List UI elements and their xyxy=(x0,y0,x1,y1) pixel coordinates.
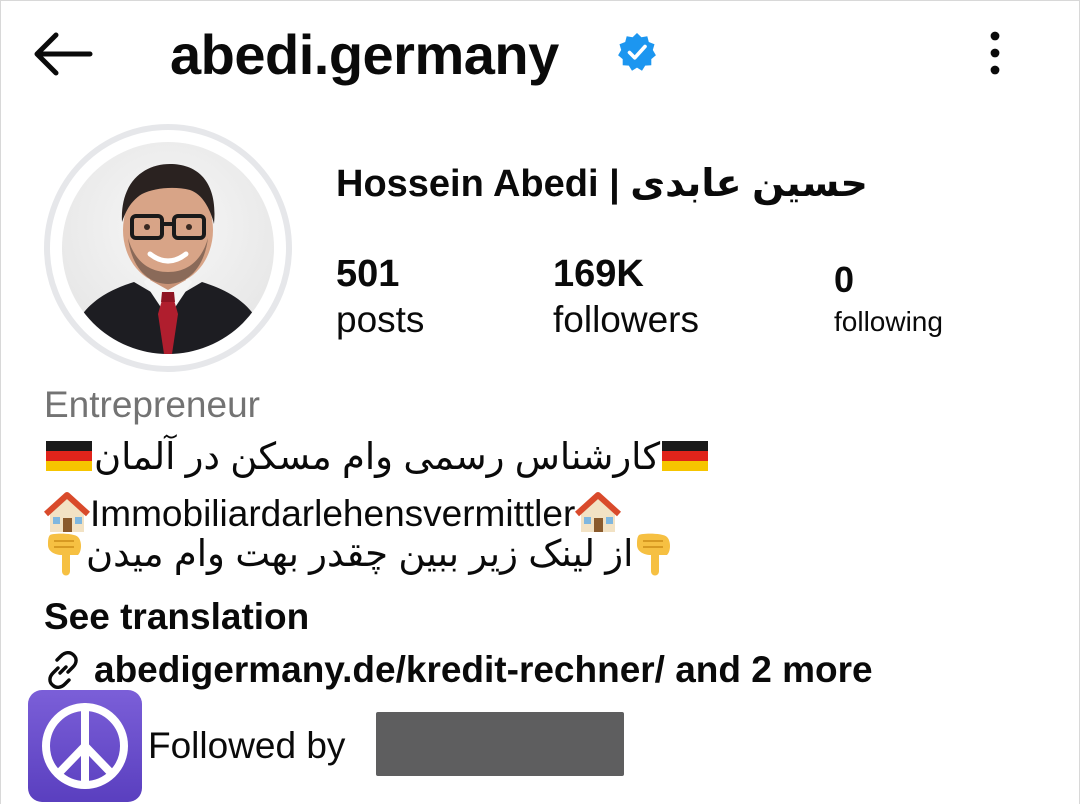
posts-stat[interactable]: 501 posts xyxy=(336,252,424,344)
profile-avatar[interactable] xyxy=(62,142,274,354)
bio-line-1-text: کارشناس رسمی وام مسکن در آلمان xyxy=(94,436,661,477)
pointing-down-icon xyxy=(44,531,86,577)
link-icon xyxy=(44,650,82,690)
followers-label: followers xyxy=(553,299,699,340)
following-stat[interactable]: 0 following xyxy=(834,258,943,342)
followers-count: 169K xyxy=(553,253,644,295)
followed-by-label: Followed by xyxy=(148,725,346,766)
profile-link-text: abedigermany.de/kredit-rechner/ and 2 mo… xyxy=(94,649,873,690)
profile-username: abedi.germany xyxy=(170,23,559,86)
profile-link[interactable]: abedigermany.de/kredit-rechner/ and 2 mo… xyxy=(44,645,873,695)
following-count: 0 xyxy=(834,259,855,300)
followers-stat[interactable]: 169K followers xyxy=(553,252,699,344)
verified-badge-icon xyxy=(617,32,657,72)
pointing-down-icon xyxy=(633,531,675,577)
following-label: following xyxy=(834,306,943,337)
bio-line-1: کارشناس رسمی وام مسکن در آلمان xyxy=(44,433,710,481)
house-icon xyxy=(575,492,622,534)
more-vertical-icon[interactable] xyxy=(970,26,1020,82)
bio-line-3: از لینک زیر ببین چقدر بهت وام میدن xyxy=(44,530,675,578)
posts-label: posts xyxy=(336,299,425,340)
bio-line-2-text: Immobiliardarlehensvermittler xyxy=(90,493,576,534)
germany-flag-icon xyxy=(660,437,710,475)
bio-line-3-text: از لینک زیر ببین چقدر بهت وام میدن xyxy=(86,533,634,574)
posts-count: 501 xyxy=(336,253,400,295)
profile-category: Entrepreneur xyxy=(44,384,260,425)
redacted-usernames xyxy=(376,712,624,776)
profile-full-name: Hossein Abedi | حسین عابدی xyxy=(336,163,868,205)
see-translation-link[interactable]: See translation xyxy=(44,593,309,641)
peace-sign-icon[interactable] xyxy=(28,690,142,802)
back-arrow-icon[interactable] xyxy=(28,26,98,82)
house-icon xyxy=(43,492,91,534)
germany-flag-icon xyxy=(44,437,94,475)
